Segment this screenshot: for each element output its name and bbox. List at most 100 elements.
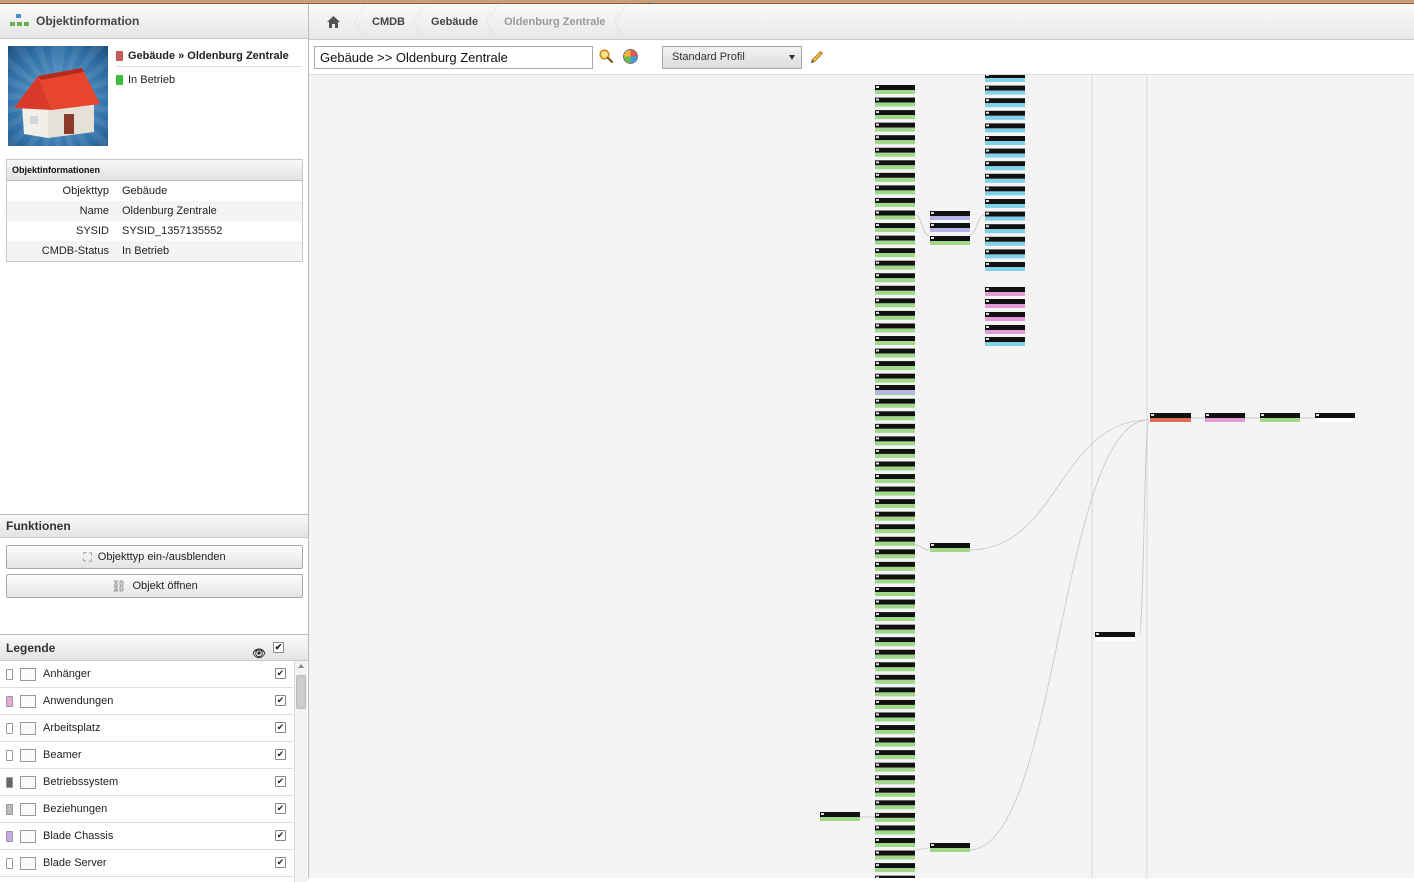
graph-node[interactable]	[875, 235, 915, 245]
profile-select[interactable]: Standard Profil	[662, 46, 802, 69]
graph-node[interactable]	[875, 612, 915, 622]
legend-item-checkbox[interactable]: ✔	[275, 722, 286, 733]
graph-node[interactable]	[820, 812, 860, 821]
legend-item[interactable]: Betriebssystem ✔	[0, 769, 293, 796]
graph-node[interactable]	[875, 147, 915, 157]
graph-node[interactable]	[985, 211, 1025, 221]
graph-node[interactable]	[875, 135, 915, 145]
graph-node[interactable]	[875, 812, 915, 822]
graph-node[interactable]	[985, 161, 1025, 171]
legend-scrollbar[interactable]	[294, 661, 307, 882]
graph-node[interactable]	[875, 737, 915, 747]
graph-node[interactable]	[875, 599, 915, 609]
graph-node[interactable]	[875, 775, 915, 785]
graph-node[interactable]	[875, 587, 915, 596]
graph-node[interactable]	[875, 561, 915, 571]
graph-node[interactable]	[985, 312, 1025, 321]
legend-item[interactable]: Beamer ✔	[0, 742, 293, 769]
object-search-input[interactable]	[314, 46, 593, 69]
legend-item-checkbox[interactable]: ✔	[275, 803, 286, 814]
graph-node[interactable]	[875, 474, 915, 484]
graph-node[interactable]	[985, 199, 1025, 208]
graph-node[interactable]	[875, 524, 915, 534]
graph-node[interactable]	[875, 863, 915, 873]
graph-node[interactable]	[875, 348, 915, 358]
pencil-icon[interactable]	[809, 49, 825, 65]
graph-node[interactable]	[985, 337, 1025, 346]
relation-graph[interactable]	[309, 75, 1414, 878]
graph-node[interactable]	[1205, 413, 1245, 422]
legend-item-checkbox[interactable]: ✔	[275, 695, 286, 706]
graph-node[interactable]	[875, 662, 915, 672]
graph-node[interactable]	[875, 273, 915, 283]
legend-item[interactable]: Blade Chassis ✔	[0, 823, 293, 850]
graph-node[interactable]	[875, 511, 915, 521]
graph-node[interactable]	[875, 448, 915, 458]
legend-select-all-checkbox[interactable]: ✔	[273, 642, 284, 653]
graph-node[interactable]	[985, 75, 1025, 82]
graph-node[interactable]	[875, 699, 915, 709]
graph-node[interactable]	[1150, 413, 1191, 422]
graph-node[interactable]	[875, 750, 915, 760]
graph-node[interactable]	[875, 850, 915, 860]
graph-node[interactable]	[875, 838, 915, 847]
graph-node[interactable]	[985, 85, 1025, 95]
graph-node[interactable]	[875, 310, 915, 320]
graph-node[interactable]	[875, 185, 915, 195]
graph-node[interactable]	[875, 574, 915, 584]
graph-node[interactable]	[985, 262, 1025, 271]
graph-node[interactable]	[875, 197, 915, 207]
graph-node[interactable]	[875, 549, 915, 559]
graph-node[interactable]	[875, 423, 915, 433]
search-icon[interactable]	[599, 49, 613, 63]
graph-node[interactable]	[875, 725, 915, 735]
graph-node[interactable]	[875, 637, 915, 647]
home-icon[interactable]	[309, 3, 366, 40]
graph-node[interactable]	[930, 543, 970, 552]
legend-item[interactable]: Blade Server ✔	[0, 850, 293, 877]
graph-node[interactable]	[875, 461, 915, 471]
graph-node[interactable]	[875, 85, 915, 94]
graph-node[interactable]	[875, 298, 915, 308]
graph-node[interactable]	[930, 211, 970, 220]
graph-node[interactable]	[875, 762, 915, 772]
graph-node[interactable]	[985, 224, 1025, 234]
graph-node[interactable]	[875, 398, 915, 408]
legend-item-checkbox[interactable]: ✔	[275, 830, 286, 841]
graph-node[interactable]	[875, 285, 915, 295]
graph-node[interactable]	[1260, 413, 1300, 422]
graph-node[interactable]	[875, 411, 915, 421]
graph-node[interactable]	[875, 210, 915, 220]
graph-node[interactable]	[875, 323, 915, 333]
graph-node[interactable]	[875, 674, 915, 684]
toggle-objecttype-button[interactable]: ⛶ Objekttyp ein-/ausblenden	[6, 545, 303, 569]
graph-node[interactable]	[875, 436, 915, 446]
open-object-button[interactable]: ⛓ Objekt öffnen	[6, 574, 303, 598]
graph-node[interactable]	[930, 843, 970, 852]
graph-node[interactable]	[875, 373, 915, 383]
graph-node[interactable]	[875, 687, 915, 697]
graph-node[interactable]	[875, 336, 915, 345]
graph-node[interactable]	[875, 536, 915, 546]
graph-node[interactable]	[985, 148, 1025, 158]
graph-node[interactable]	[1095, 632, 1135, 641]
graph-node[interactable]	[875, 825, 915, 835]
legend-item-checkbox[interactable]: ✔	[275, 749, 286, 760]
legend-item[interactable]: Beziehungen ✔	[0, 796, 293, 823]
graph-node[interactable]	[985, 110, 1025, 120]
graph-node[interactable]	[875, 97, 915, 107]
graph-node[interactable]	[875, 260, 915, 270]
graph-node[interactable]	[985, 287, 1025, 296]
graph-node[interactable]	[875, 110, 915, 120]
graph-node[interactable]	[1315, 413, 1355, 422]
graph-node[interactable]	[985, 325, 1025, 334]
graph-node[interactable]	[875, 499, 915, 509]
graph-node[interactable]	[985, 136, 1025, 145]
legend-item[interactable]: Anhänger ✔	[0, 661, 293, 688]
breadcrumb-cmdb[interactable]: CMDB	[360, 3, 425, 40]
graph-node[interactable]	[985, 173, 1025, 183]
relation-graph-canvas[interactable]	[309, 75, 1414, 878]
graph-node[interactable]	[875, 248, 915, 258]
globe-icon[interactable]	[623, 49, 638, 64]
legend-item[interactable]: Arbeitsplatz ✔	[0, 715, 293, 742]
